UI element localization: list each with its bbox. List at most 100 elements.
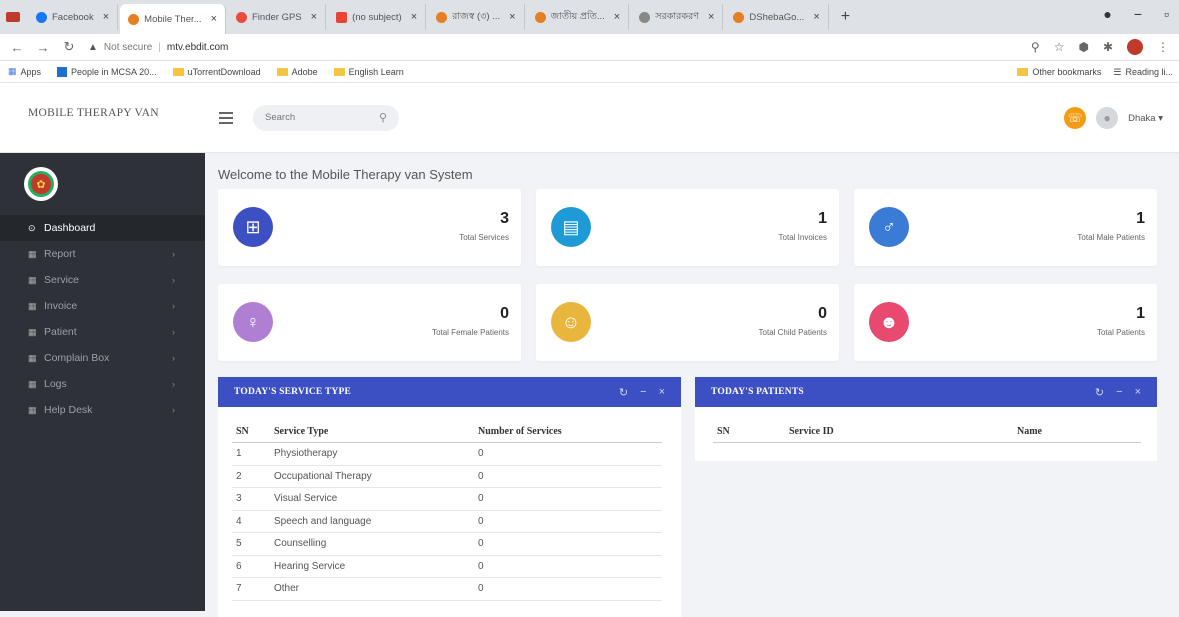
browser-tab-active[interactable]: Mobile Ther... × xyxy=(120,4,226,34)
close-tab-icon[interactable]: × xyxy=(311,11,317,23)
stat-card-services[interactable]: ⊞ 3 Total Services xyxy=(218,189,521,266)
browser-tab[interactable]: DShebaGo... × xyxy=(725,4,829,30)
folder-icon xyxy=(333,67,345,76)
invoice-icon: ▤ xyxy=(551,207,591,247)
browser-tab[interactable]: Finder GPS × xyxy=(228,4,327,30)
close-tab-icon[interactable]: × xyxy=(813,11,819,23)
tab-search-icon[interactable] xyxy=(6,12,20,22)
chevron-right-icon: › xyxy=(172,301,175,311)
list-icon: ▦ xyxy=(28,248,37,259)
table-row: 1 Physiotherapy 0 xyxy=(232,442,662,466)
reading-list[interactable]: ☰ Reading li... xyxy=(1113,67,1173,78)
chevron-right-icon: › xyxy=(172,405,175,415)
stat-value: 0 xyxy=(818,305,827,322)
search-box[interactable]: ⚲ xyxy=(253,104,399,131)
close-tab-icon[interactable]: × xyxy=(211,13,217,25)
stat-card-invoices[interactable]: ▤ 1 Total Invoices xyxy=(536,189,839,266)
browser-tab[interactable]: সরকারকরণ × xyxy=(631,4,724,30)
stat-value: 1 xyxy=(818,210,827,227)
user-menu[interactable]: Dhaka ▾ xyxy=(1128,113,1163,124)
folder-icon xyxy=(1017,68,1029,76)
zoom-icon[interactable]: ⚲ xyxy=(1031,40,1040,54)
column-header: Name xyxy=(1013,421,1141,443)
browser-tab[interactable]: রাজস্ব (৩) ... × xyxy=(428,4,525,30)
folder-icon xyxy=(172,67,184,76)
list-icon: ▦ xyxy=(28,300,37,311)
table-row: 6 Hearing Service 0 xyxy=(232,555,662,578)
refresh-icon[interactable]: ↻ xyxy=(619,386,628,399)
close-tab-icon[interactable]: × xyxy=(708,11,714,23)
page-title: Welcome to the Mobile Therapy van System xyxy=(218,167,473,182)
sidebar-item-complain-box[interactable]: ▦ Complain Box › xyxy=(0,345,205,371)
bookmarks-bar: ▦ Apps People in MCSA 20... uTorrentDownl… xyxy=(0,61,1179,83)
panel-title: TODAY'S SERVICE TYPE xyxy=(234,387,352,397)
sidebar-item-patient[interactable]: ▦ Patient › xyxy=(0,319,205,345)
extension-icon[interactable]: ⬢ xyxy=(1078,40,1088,54)
close-tab-icon[interactable]: × xyxy=(614,11,620,23)
service-type-table: SN Service Type Number of Services 1 Phys… xyxy=(232,421,662,601)
panel-header: TODAY'S PATIENTS ↻ − × xyxy=(695,377,1157,407)
column-header: Service ID xyxy=(785,421,1013,443)
column-header: Service Type xyxy=(270,421,474,443)
profile-icon[interactable] xyxy=(1127,39,1143,55)
forward-icon[interactable]: → xyxy=(36,40,50,55)
stat-label: Total Patients xyxy=(1096,328,1145,337)
close-tab-icon[interactable]: × xyxy=(509,11,515,23)
sidebar-item-dashboard[interactable]: ⊙ Dashboard xyxy=(0,215,205,241)
url-input[interactable]: ▲ Not secure | mtv.ebdit.com xyxy=(88,37,1019,58)
bookmark-apps[interactable]: ▦ Apps xyxy=(8,66,41,77)
todays-patients-panel: TODAY'S PATIENTS ↻ − × SN Service ID Nam… xyxy=(695,377,1157,461)
address-bar: ← → ↻ ▲ Not secure | mtv.ebdit.com ⚲ ☆ ⬢… xyxy=(0,34,1179,61)
bookmark-folder[interactable]: uTorrentDownload xyxy=(172,67,261,77)
collapse-icon[interactable]: − xyxy=(1116,386,1122,399)
avatar[interactable]: ● xyxy=(1096,107,1119,129)
bookmark-folder[interactable]: Adobe xyxy=(276,67,318,77)
maximize-button[interactable]: ▫ xyxy=(1164,6,1169,22)
stat-card-total-patients[interactable]: ☻ 1 Total Patients xyxy=(854,284,1157,361)
stat-card-female-patients[interactable]: ♀ 0 Total Female Patients xyxy=(218,284,521,361)
stat-value: 1 xyxy=(1136,305,1145,322)
government-logo: ✿ xyxy=(24,167,58,201)
back-icon[interactable]: ← xyxy=(10,40,24,55)
search-icon[interactable]: ⚲ xyxy=(379,111,387,124)
browser-tab[interactable]: জাতীয় প্রতি... × xyxy=(527,4,630,30)
hamburger-menu-icon[interactable] xyxy=(219,111,233,124)
bookmark-folder[interactable]: English Learn xyxy=(333,67,404,77)
notification-icon[interactable]: ☏ xyxy=(1064,107,1087,129)
panel-title: TODAY'S PATIENTS xyxy=(711,387,804,397)
search-input[interactable] xyxy=(265,112,365,123)
reading-list-icon: ☰ xyxy=(1113,66,1122,77)
bookmark-item[interactable]: People in MCSA 20... xyxy=(57,66,157,77)
brand-title: MOBILE THERAPY VAN xyxy=(28,106,159,119)
reload-icon[interactable]: ↻ xyxy=(62,39,76,55)
sidebar-item-help-desk[interactable]: ▦ Help Desk › xyxy=(0,397,205,423)
menu-icon[interactable]: ⋮ xyxy=(1157,40,1169,54)
close-tab-icon[interactable]: × xyxy=(411,11,417,23)
other-bookmarks[interactable]: Other bookmarks xyxy=(1017,67,1101,77)
stat-card-male-patients[interactable]: ♂ 1 Total Male Patients xyxy=(854,189,1157,266)
close-tab-icon[interactable]: × xyxy=(103,11,109,23)
close-icon[interactable]: × xyxy=(1135,386,1141,399)
browser-tab[interactable]: Facebook × xyxy=(28,4,119,30)
account-icon[interactable]: ● xyxy=(1103,6,1111,22)
table-row: 3 Visual Service 0 xyxy=(232,487,662,511)
sidebar-item-logs[interactable]: ▦ Logs › xyxy=(0,371,205,397)
stat-value: 1 xyxy=(1136,210,1145,227)
sidebar-item-invoice[interactable]: ▦ Invoice › xyxy=(0,293,205,319)
new-tab-button[interactable]: + xyxy=(831,8,860,26)
todays-patients-table: SN Service ID Name xyxy=(713,421,1141,443)
stat-card-child-patients[interactable]: ☺ 0 Total Child Patients xyxy=(536,284,839,361)
sidebar-item-report[interactable]: ▦ Report › xyxy=(0,241,205,267)
puzzle-icon[interactable]: ✱ xyxy=(1103,40,1113,54)
browser-tab[interactable]: (no subject) × xyxy=(328,4,427,30)
list-icon: ▦ xyxy=(28,378,37,389)
refresh-icon[interactable]: ↻ xyxy=(1095,386,1104,399)
stat-label: Total Child Patients xyxy=(758,328,827,337)
chevron-right-icon: › xyxy=(172,379,175,389)
collapse-icon[interactable]: − xyxy=(640,386,646,399)
minimize-button[interactable]: − xyxy=(1134,6,1142,22)
star-icon[interactable]: ☆ xyxy=(1054,40,1065,54)
sidebar-item-service[interactable]: ▦ Service › xyxy=(0,267,205,293)
folder-icon xyxy=(276,67,288,76)
close-icon[interactable]: × xyxy=(659,386,665,399)
